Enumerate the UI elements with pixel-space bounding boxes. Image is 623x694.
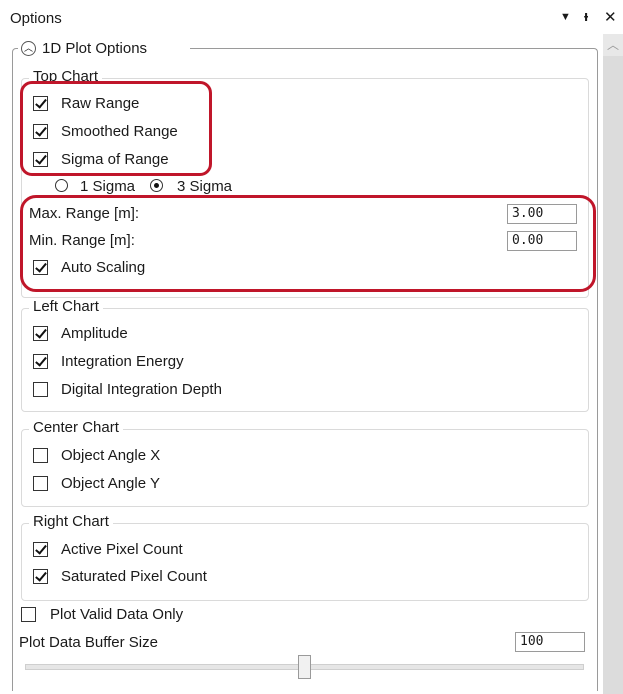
- one-sigma-radio[interactable]: [55, 179, 68, 192]
- center-chart-title: Center Chart: [29, 419, 123, 436]
- plot-valid-data-only-checkbox[interactable]: [21, 607, 36, 622]
- object-angle-y-label: Object Angle Y: [61, 475, 160, 492]
- scrollbar-thumb[interactable]: [603, 56, 623, 694]
- object-angle-y-checkbox[interactable]: [33, 476, 48, 491]
- vertical-scrollbar[interactable]: [603, 34, 623, 694]
- digital-integration-depth-label: Digital Integration Depth: [61, 381, 222, 398]
- object-angle-x-label: Object Angle X: [61, 447, 161, 464]
- section-title: 1D Plot Options: [42, 40, 148, 57]
- close-icon[interactable]: ✕: [604, 8, 617, 26]
- right-chart-title: Right Chart: [29, 513, 113, 530]
- highlight-annotation: [20, 81, 212, 176]
- left-chart-title: Left Chart: [29, 298, 103, 315]
- integration-energy-checkbox[interactable]: [33, 354, 48, 369]
- amplitude-checkbox[interactable]: [33, 326, 48, 341]
- buffer-size-input[interactable]: 100: [515, 632, 585, 652]
- object-angle-x-checkbox[interactable]: [33, 448, 48, 463]
- saturated-pixel-count-label: Saturated Pixel Count: [61, 568, 207, 585]
- amplitude-label: Amplitude: [61, 325, 128, 342]
- one-sigma-label: 1 Sigma: [80, 178, 136, 195]
- pin-icon[interactable]: ᵻ: [584, 8, 588, 25]
- active-pixel-count-label: Active Pixel Count: [61, 541, 183, 558]
- buffer-size-slider-thumb[interactable]: [298, 655, 311, 679]
- highlight-annotation: [20, 195, 596, 292]
- digital-integration-depth-checkbox[interactable]: [33, 382, 48, 397]
- active-pixel-count-checkbox[interactable]: [33, 542, 48, 557]
- three-sigma-label: 3 Sigma: [177, 178, 233, 195]
- center-chart-group: [21, 429, 589, 507]
- integration-energy-label: Integration Energy: [61, 353, 184, 370]
- three-sigma-radio[interactable]: [150, 179, 163, 192]
- saturated-pixel-count-checkbox[interactable]: [33, 569, 48, 584]
- dropdown-icon[interactable]: ▼: [560, 11, 571, 23]
- scroll-up-icon[interactable]: ︿: [603, 34, 623, 56]
- buffer-size-label: Plot Data Buffer Size: [19, 634, 158, 651]
- window-titlebar: [0, 0, 623, 36]
- plot-valid-data-only-label: Plot Valid Data Only: [50, 606, 184, 623]
- window-title: Options: [10, 10, 62, 27]
- right-chart-group: [21, 523, 589, 601]
- collapse-icon[interactable]: ︿: [21, 41, 36, 56]
